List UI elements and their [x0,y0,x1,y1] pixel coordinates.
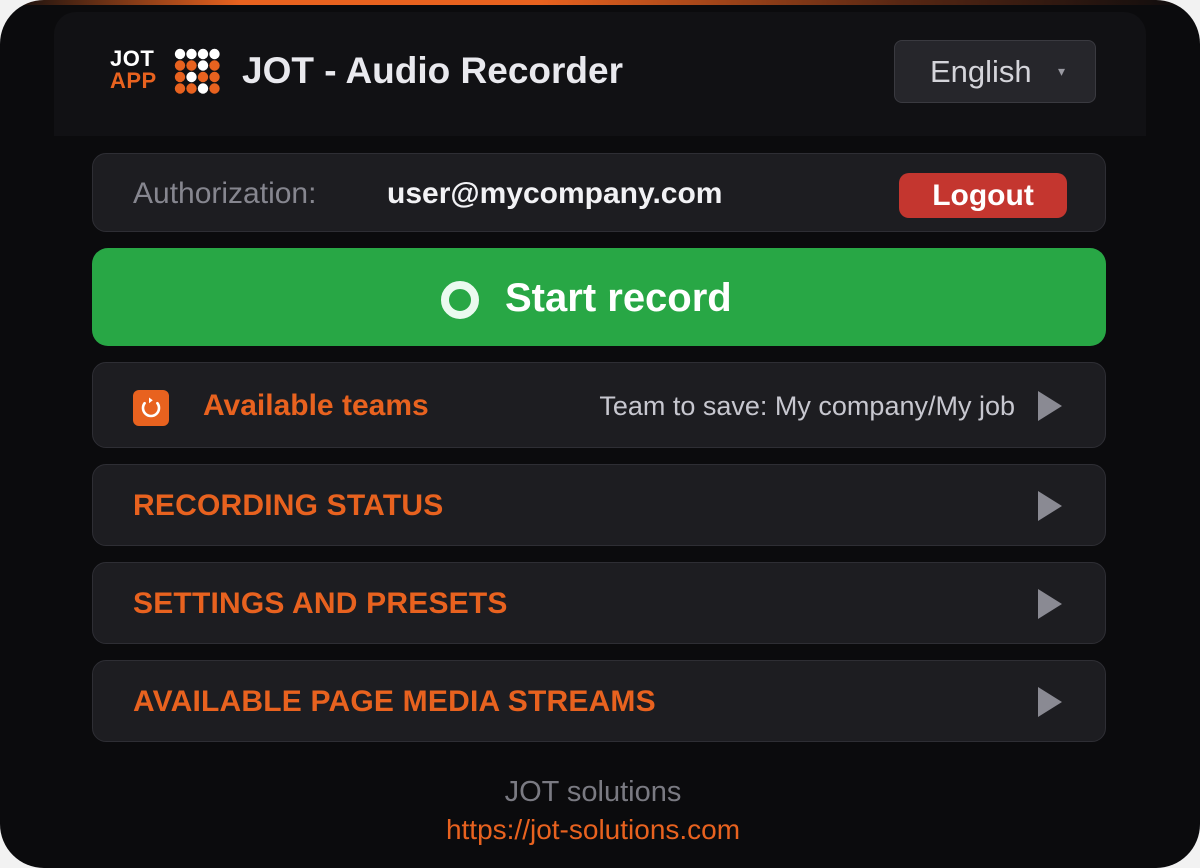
play-arrow-icon [1038,391,1062,421]
logout-button[interactable]: Logout [899,173,1067,218]
app-window: JOT APP JOT - Audio Recorder English ▾ A… [0,0,1200,868]
footer-company-name: JOT solutions [504,776,682,808]
recording-status-title: RECORDING STATUS [133,489,444,522]
start-record-label: Start record [505,276,732,320]
settings-presets-title: SETTINGS AND PRESETS [133,587,508,620]
team-to-save: Team to save: My company/My job [599,391,1015,421]
user-email: user@mycompany.com [387,177,723,210]
authorization-label: Authorization: [133,177,317,210]
logo-line-app: APP [110,68,157,93]
chevron-down-icon: ▾ [1058,63,1066,79]
start-record-button[interactable]: Start record [92,248,1106,346]
media-streams-section[interactable]: AVAILABLE PAGE MEDIA STREAMS [92,660,1106,742]
available-teams-panel[interactable]: Available teams Team to save: My company… [92,362,1106,448]
refresh-teams-button[interactable] [133,390,169,426]
language-selected-value: English [930,54,1032,89]
jot-app-logo-icon: JOT APP [110,48,220,94]
logo-dots-icon [174,48,220,94]
logo-line-jot: JOT [110,46,155,71]
logo-text: JOT APP [110,48,157,92]
available-teams-title: Available teams [203,389,429,422]
media-streams-title: AVAILABLE PAGE MEDIA STREAMS [133,685,656,718]
top-accent-bar [0,0,1200,5]
refresh-icon [141,397,161,418]
record-circle-icon [441,281,479,319]
language-select[interactable]: English ▾ [894,40,1096,103]
settings-presets-section[interactable]: SETTINGS AND PRESETS [92,562,1106,644]
recording-status-section[interactable]: RECORDING STATUS [92,464,1106,546]
header: JOT APP JOT - Audio Recorder English ▾ [54,12,1146,136]
play-arrow-icon [1038,589,1062,619]
play-arrow-icon [1038,687,1062,717]
authorization-panel: Authorization: user@mycompany.com Logout [92,153,1106,232]
app-title: JOT - Audio Recorder [242,50,624,91]
footer-website-link[interactable]: https://jot-solutions.com [0,814,1186,846]
play-arrow-icon [1038,491,1062,521]
